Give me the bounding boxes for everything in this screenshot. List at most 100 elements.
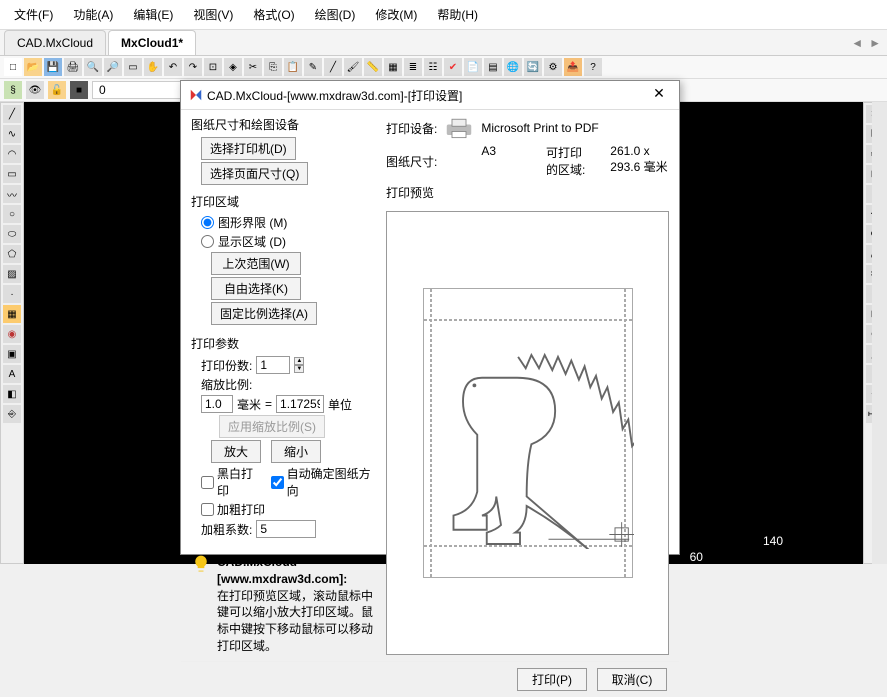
- toolbar-check-icon[interactable]: ✔: [444, 58, 462, 76]
- preview-drawing-icon: [444, 349, 634, 549]
- toolbar-export-icon[interactable]: 📤: [564, 58, 582, 76]
- print-button[interactable]: 打印(P): [517, 668, 587, 691]
- app-logo-icon: [189, 88, 203, 102]
- tool-rect-icon[interactable]: ▭: [3, 165, 21, 183]
- toolbar-layer-icon[interactable]: ≣: [404, 58, 422, 76]
- copies-input[interactable]: [256, 356, 290, 374]
- toolbar-cut-icon[interactable]: ✂: [244, 58, 262, 76]
- menu-edit[interactable]: 编辑(E): [123, 2, 183, 27]
- menu-view[interactable]: 视图(V): [183, 2, 243, 27]
- toolbar-copy-icon[interactable]: ⎘: [264, 58, 282, 76]
- tool-spline-icon[interactable]: 〰: [3, 185, 21, 203]
- label-paper-size: 图纸尺寸:: [386, 153, 437, 170]
- tool-point-icon[interactable]: ·: [3, 285, 21, 303]
- bw-print-label: 黑白打印: [217, 465, 262, 499]
- menu-help[interactable]: 帮助(H): [427, 2, 488, 27]
- tool-gradient-icon[interactable]: ▦: [3, 305, 21, 323]
- tool-region-icon[interactable]: ◧: [3, 385, 21, 403]
- toolbar-globe-icon[interactable]: 🌐: [504, 58, 522, 76]
- print-preview-area[interactable]: [386, 211, 669, 655]
- preview-page: [423, 288, 633, 578]
- radio-drawing-limits-input[interactable]: [201, 216, 214, 229]
- menu-modify[interactable]: 修改(M): [365, 2, 427, 27]
- dialog-footer: 打印(P) 取消(C): [181, 661, 679, 697]
- toolbar-settings-icon[interactable]: ⚙: [544, 58, 562, 76]
- toolbar-zoom-window-icon[interactable]: ▭: [124, 58, 142, 76]
- hint-box: CAD.MxCloud-[www.mxdraw3d.com]: 在打印预览区域，…: [191, 554, 376, 655]
- layer-toggle-icon[interactable]: §: [4, 81, 22, 99]
- dialog-titlebar: CAD.MxCloud-[www.mxdraw3d.com]-[打印设置] ✕: [181, 81, 679, 110]
- scale-left-input[interactable]: [201, 395, 233, 413]
- copies-up-icon[interactable]: ▲: [294, 357, 304, 365]
- tab-mxcloud1[interactable]: MxCloud1*: [108, 30, 196, 55]
- bold-factor-input[interactable]: [256, 520, 316, 538]
- tab-cad-mxcloud[interactable]: CAD.MxCloud: [4, 30, 106, 55]
- tool-polygon-icon[interactable]: ⬠: [3, 245, 21, 263]
- toolbar-refresh-icon[interactable]: 🔄: [524, 58, 542, 76]
- fixed-scale-select-button[interactable]: 固定比例选择(A): [211, 302, 317, 325]
- toolbar-help-icon[interactable]: ?: [584, 58, 602, 76]
- toolbar-zoom-extents-icon[interactable]: ⊡: [204, 58, 222, 76]
- tool-hatch-icon[interactable]: ▨: [3, 265, 21, 283]
- layer-combo[interactable]: 0: [92, 81, 192, 99]
- menu-file[interactable]: 文件(F): [4, 2, 63, 27]
- dialog-left-panel: 图纸尺寸和绘图设备 选择打印机(D) 选择页面尺寸(Q) 打印区域 图形界限 (…: [191, 116, 376, 655]
- toolbar-paste-icon[interactable]: 📋: [284, 58, 302, 76]
- toolbar-open-icon[interactable]: 📂: [24, 58, 42, 76]
- auto-orient-checkbox[interactable]: [271, 476, 284, 489]
- toolbar-properties-icon[interactable]: ☷: [424, 58, 442, 76]
- tool-circle-icon[interactable]: ○: [3, 205, 21, 223]
- zoom-in-button[interactable]: 放大: [211, 440, 261, 463]
- radio-drawing-limits[interactable]: 图形界限 (M): [201, 214, 376, 231]
- tab-scroll-right-icon[interactable]: ►: [869, 36, 881, 50]
- layer-lock-icon[interactable]: 🔓: [48, 81, 66, 99]
- tool-line-icon[interactable]: ╱: [3, 105, 21, 123]
- toolbar-redo-icon[interactable]: ↷: [184, 58, 202, 76]
- tool-insert-icon[interactable]: ⎆: [3, 405, 21, 423]
- tool-arc-icon[interactable]: ◠: [3, 145, 21, 163]
- bold-print-checkbox[interactable]: [201, 503, 214, 516]
- toolbar-pan-icon[interactable]: ✋: [144, 58, 162, 76]
- tool-ellipse-icon[interactable]: ⬭: [3, 225, 21, 243]
- tab-bar: CAD.MxCloud MxCloud1* ◄ ►: [0, 30, 887, 56]
- layer-eye-icon[interactable]: 👁: [26, 81, 44, 99]
- tool-block-icon[interactable]: ▣: [3, 345, 21, 363]
- menu-function[interactable]: 功能(A): [63, 2, 123, 27]
- menu-format[interactable]: 格式(O): [243, 2, 304, 27]
- toolbar-zoom-all-icon[interactable]: ◈: [224, 58, 242, 76]
- toolbar-print-icon[interactable]: 🖨: [64, 58, 82, 76]
- toolbar-zoom-in-icon[interactable]: 🔍: [84, 58, 102, 76]
- toolbar-new-icon[interactable]: □: [4, 58, 22, 76]
- menu-draw[interactable]: 绘图(D): [305, 2, 366, 27]
- toolbar-save-icon[interactable]: 💾: [44, 58, 62, 76]
- toolbar-zoom-out-icon[interactable]: 🔎: [104, 58, 122, 76]
- radio-display-area[interactable]: 显示区域 (D): [201, 233, 376, 250]
- bw-print-checkbox[interactable]: [201, 476, 214, 489]
- toolbar-measure-icon[interactable]: 📏: [364, 58, 382, 76]
- toolbar-doc-icon[interactable]: 📄: [464, 58, 482, 76]
- select-printer-button[interactable]: 选择打印机(D): [201, 137, 296, 160]
- scale-right-input[interactable]: [276, 395, 324, 413]
- select-page-size-button[interactable]: 选择页面尺寸(Q): [201, 162, 308, 185]
- free-select-button[interactable]: 自由选择(K): [211, 277, 301, 300]
- toolbar-block-icon[interactable]: ▦: [384, 58, 402, 76]
- close-button[interactable]: ✕: [647, 85, 671, 105]
- layer-color-icon[interactable]: ■: [70, 81, 88, 99]
- tool-polyline-icon[interactable]: ∿: [3, 125, 21, 143]
- toolbar-brush-icon[interactable]: 🖌: [344, 58, 362, 76]
- auto-orient-label: 自动确定图纸方向: [287, 465, 376, 499]
- toolbar-undo-icon[interactable]: ↶: [164, 58, 182, 76]
- cancel-button[interactable]: 取消(C): [597, 668, 667, 691]
- tool-text-icon[interactable]: A: [3, 365, 21, 383]
- zoom-out-button[interactable]: 缩小: [271, 440, 321, 463]
- label-scale: 缩放比例:: [201, 376, 252, 393]
- tool-stamp-icon[interactable]: ◉: [3, 325, 21, 343]
- copies-down-icon[interactable]: ▼: [294, 365, 304, 373]
- tab-scroll-left-icon[interactable]: ◄: [851, 36, 863, 50]
- toolbar-table-icon[interactable]: ▤: [484, 58, 502, 76]
- last-range-button[interactable]: 上次范围(W): [211, 252, 301, 275]
- radio-display-area-input[interactable]: [201, 235, 214, 248]
- vertical-scrollbar[interactable]: [872, 102, 887, 564]
- toolbar-line-icon[interactable]: ╱: [324, 58, 342, 76]
- toolbar-edit-icon[interactable]: ✎: [304, 58, 322, 76]
